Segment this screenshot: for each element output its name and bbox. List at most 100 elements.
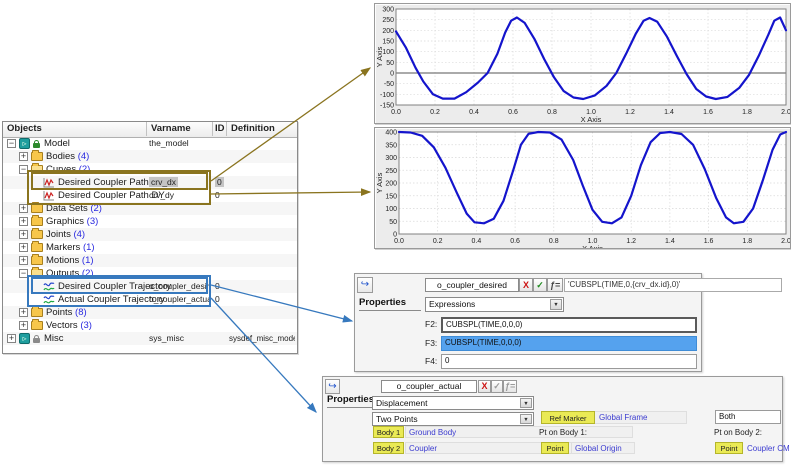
expand-icon[interactable]: + <box>19 321 28 330</box>
tree-row-joints[interactable]: +Joints (4) <box>3 228 297 241</box>
output-name-input[interactable]: o_coupler_desired <box>425 278 519 292</box>
point1-value[interactable]: Global Origin <box>575 444 622 453</box>
svg-text:Y Axis: Y Axis <box>375 172 384 193</box>
tree-row-model[interactable]: −▹ Model the_model <box>3 137 297 150</box>
collapse-icon[interactable]: − <box>7 139 16 148</box>
point1-button[interactable]: Point <box>541 442 569 454</box>
body1-value[interactable]: Ground Body <box>409 428 456 437</box>
svg-text:1.2: 1.2 <box>626 238 636 245</box>
expand-icon[interactable]: + <box>7 334 16 343</box>
svg-text:0.8: 0.8 <box>549 238 559 245</box>
tree-row-label: Markers (1) <box>46 241 95 254</box>
svg-text:-50: -50 <box>384 81 394 88</box>
accept-button[interactable]: ✓ <box>491 380 503 393</box>
screenshot-root: 300250200150100500-50-100-1500.00.20.40.… <box>0 0 791 469</box>
svg-text:0.0: 0.0 <box>391 109 401 116</box>
col-objects[interactable]: Objects <box>3 122 147 136</box>
method-dropdown[interactable]: Two Points ▼ <box>372 412 534 426</box>
tree-row-vectors[interactable]: +Vectors (3) <box>3 319 297 332</box>
svg-text:300: 300 <box>382 7 394 14</box>
ref-marker-value[interactable]: Global Frame <box>599 413 647 422</box>
expand-icon[interactable]: + <box>19 243 28 252</box>
tab-properties[interactable]: Properties <box>359 297 421 311</box>
f4-input[interactable]: 0 <box>441 354 697 369</box>
point2-value[interactable]: Coupler CM <box>747 444 790 453</box>
chevron-down-icon[interactable]: ▼ <box>520 414 532 424</box>
expression-builder-button[interactable]: ƒ= <box>503 380 517 393</box>
tree-row-id: 0 <box>215 280 227 293</box>
tree-header: Objects Varname ID Definition <box>3 122 297 138</box>
svg-text:0.6: 0.6 <box>508 109 518 116</box>
panel-nav-icon[interactable]: ↪ <box>357 277 373 293</box>
svg-text:0.8: 0.8 <box>547 109 557 116</box>
f2-input[interactable]: CUBSPL(TIME,0,0,0) <box>441 317 697 333</box>
cancel-button[interactable]: X <box>519 278 533 292</box>
tree-row-count: (1) <box>82 255 94 266</box>
folder-icon <box>31 230 43 239</box>
ref-marker-button[interactable]: Ref Marker <box>541 411 595 424</box>
tree-row-motions[interactable]: +Motions (1) <box>3 254 297 267</box>
tree-row-count: (1) <box>83 242 95 253</box>
tree-row-varname: the_model <box>149 137 211 150</box>
tree-row-misc[interactable]: +▹Miscsys_miscsysdef_misc_model <box>3 332 297 345</box>
properties-panel-desired: ↪ o_coupler_desired X ✓ ƒ= 'CUBSPL(TIME,… <box>354 273 702 372</box>
chevron-down-icon[interactable]: ▼ <box>520 398 532 408</box>
svg-text:0.2: 0.2 <box>430 109 440 116</box>
output-type-dropdown[interactable]: Displacement ▼ <box>372 396 534 410</box>
svg-text:0: 0 <box>390 71 394 78</box>
point2-button[interactable]: Point <box>715 442 743 454</box>
svg-text:1.6: 1.6 <box>703 109 713 116</box>
output-type-dropdown[interactable]: Expressions ▼ <box>425 297 564 312</box>
svg-text:50: 50 <box>386 60 394 67</box>
cancel-button[interactable]: X <box>478 380 491 393</box>
expand-icon[interactable]: + <box>19 217 28 226</box>
tree-row-label: Model <box>44 137 70 150</box>
svg-text:150: 150 <box>382 39 394 46</box>
tree-row-count: (4) <box>73 229 85 240</box>
object-browser: Objects Varname ID Definition −▹Modelthe… <box>2 121 298 354</box>
output-name-input[interactable]: o_coupler_actual <box>381 380 477 393</box>
f3-input[interactable]: CUBSPL(TIME,0,0,0) <box>441 336 697 351</box>
component-dropdown[interactable]: Both <box>715 410 781 424</box>
tree-row-points[interactable]: + Points (8) <box>3 306 297 319</box>
col-varname[interactable]: Varname <box>147 122 213 136</box>
folder-icon <box>31 308 43 317</box>
f2-label: F2: <box>425 319 437 329</box>
svg-text:2.0: 2.0 <box>781 238 790 245</box>
svg-text:2.0: 2.0 <box>781 109 790 116</box>
accept-button[interactable]: ✓ <box>533 278 547 292</box>
chart-canvas: 300250200150100500-50-100-1500.00.20.40.… <box>375 4 790 123</box>
tree-row-count: (3) <box>80 320 92 331</box>
body2-value[interactable]: Coupler <box>409 444 437 453</box>
expand-icon[interactable]: + <box>19 256 28 265</box>
expand-icon[interactable]: + <box>19 204 28 213</box>
body2-button[interactable]: Body 2 <box>373 442 404 454</box>
body1-button[interactable]: Body 1 <box>373 426 404 438</box>
folder-icon <box>31 321 43 330</box>
folder-icon <box>31 243 43 252</box>
model-icon: ▹ <box>19 138 30 149</box>
svg-text:0.4: 0.4 <box>469 109 479 116</box>
tree-row-count: (4) <box>78 151 90 162</box>
model-icon: ▹ <box>19 333 30 344</box>
tree-row-graphics[interactable]: +Graphics (3) <box>3 215 297 228</box>
callout-box-curve-dx <box>31 172 208 190</box>
tree-row-varname: sys_misc <box>149 332 211 345</box>
expression-preview-field[interactable]: 'CUBSPL(TIME,0,{crv_dx.id},0)' <box>564 278 782 292</box>
tree-row-label: Points (8) <box>46 306 87 319</box>
expand-icon[interactable]: + <box>19 230 28 239</box>
expand-icon[interactable]: + <box>19 308 28 317</box>
col-definition[interactable]: Definition <box>227 122 296 136</box>
expression-builder-button[interactable]: ƒ= <box>547 278 563 292</box>
svg-text:350: 350 <box>385 142 397 149</box>
method-value: Two Points <box>376 414 418 424</box>
tree-row-definition: sysdef_misc_model <box>229 332 295 345</box>
chevron-down-icon[interactable]: ▼ <box>550 299 562 310</box>
svg-text:0.2: 0.2 <box>433 238 443 245</box>
tree-row-bodies[interactable]: +Bodies (4) <box>3 150 297 163</box>
plot-desired-path-dx: 300250200150100500-50-100-1500.00.20.40.… <box>374 3 791 124</box>
panel-nav-icon[interactable]: ↪ <box>325 379 340 394</box>
tree-row-markers[interactable]: + Markers (1) <box>3 241 297 254</box>
col-id[interactable]: ID <box>213 122 227 136</box>
expand-icon[interactable]: + <box>19 152 28 161</box>
